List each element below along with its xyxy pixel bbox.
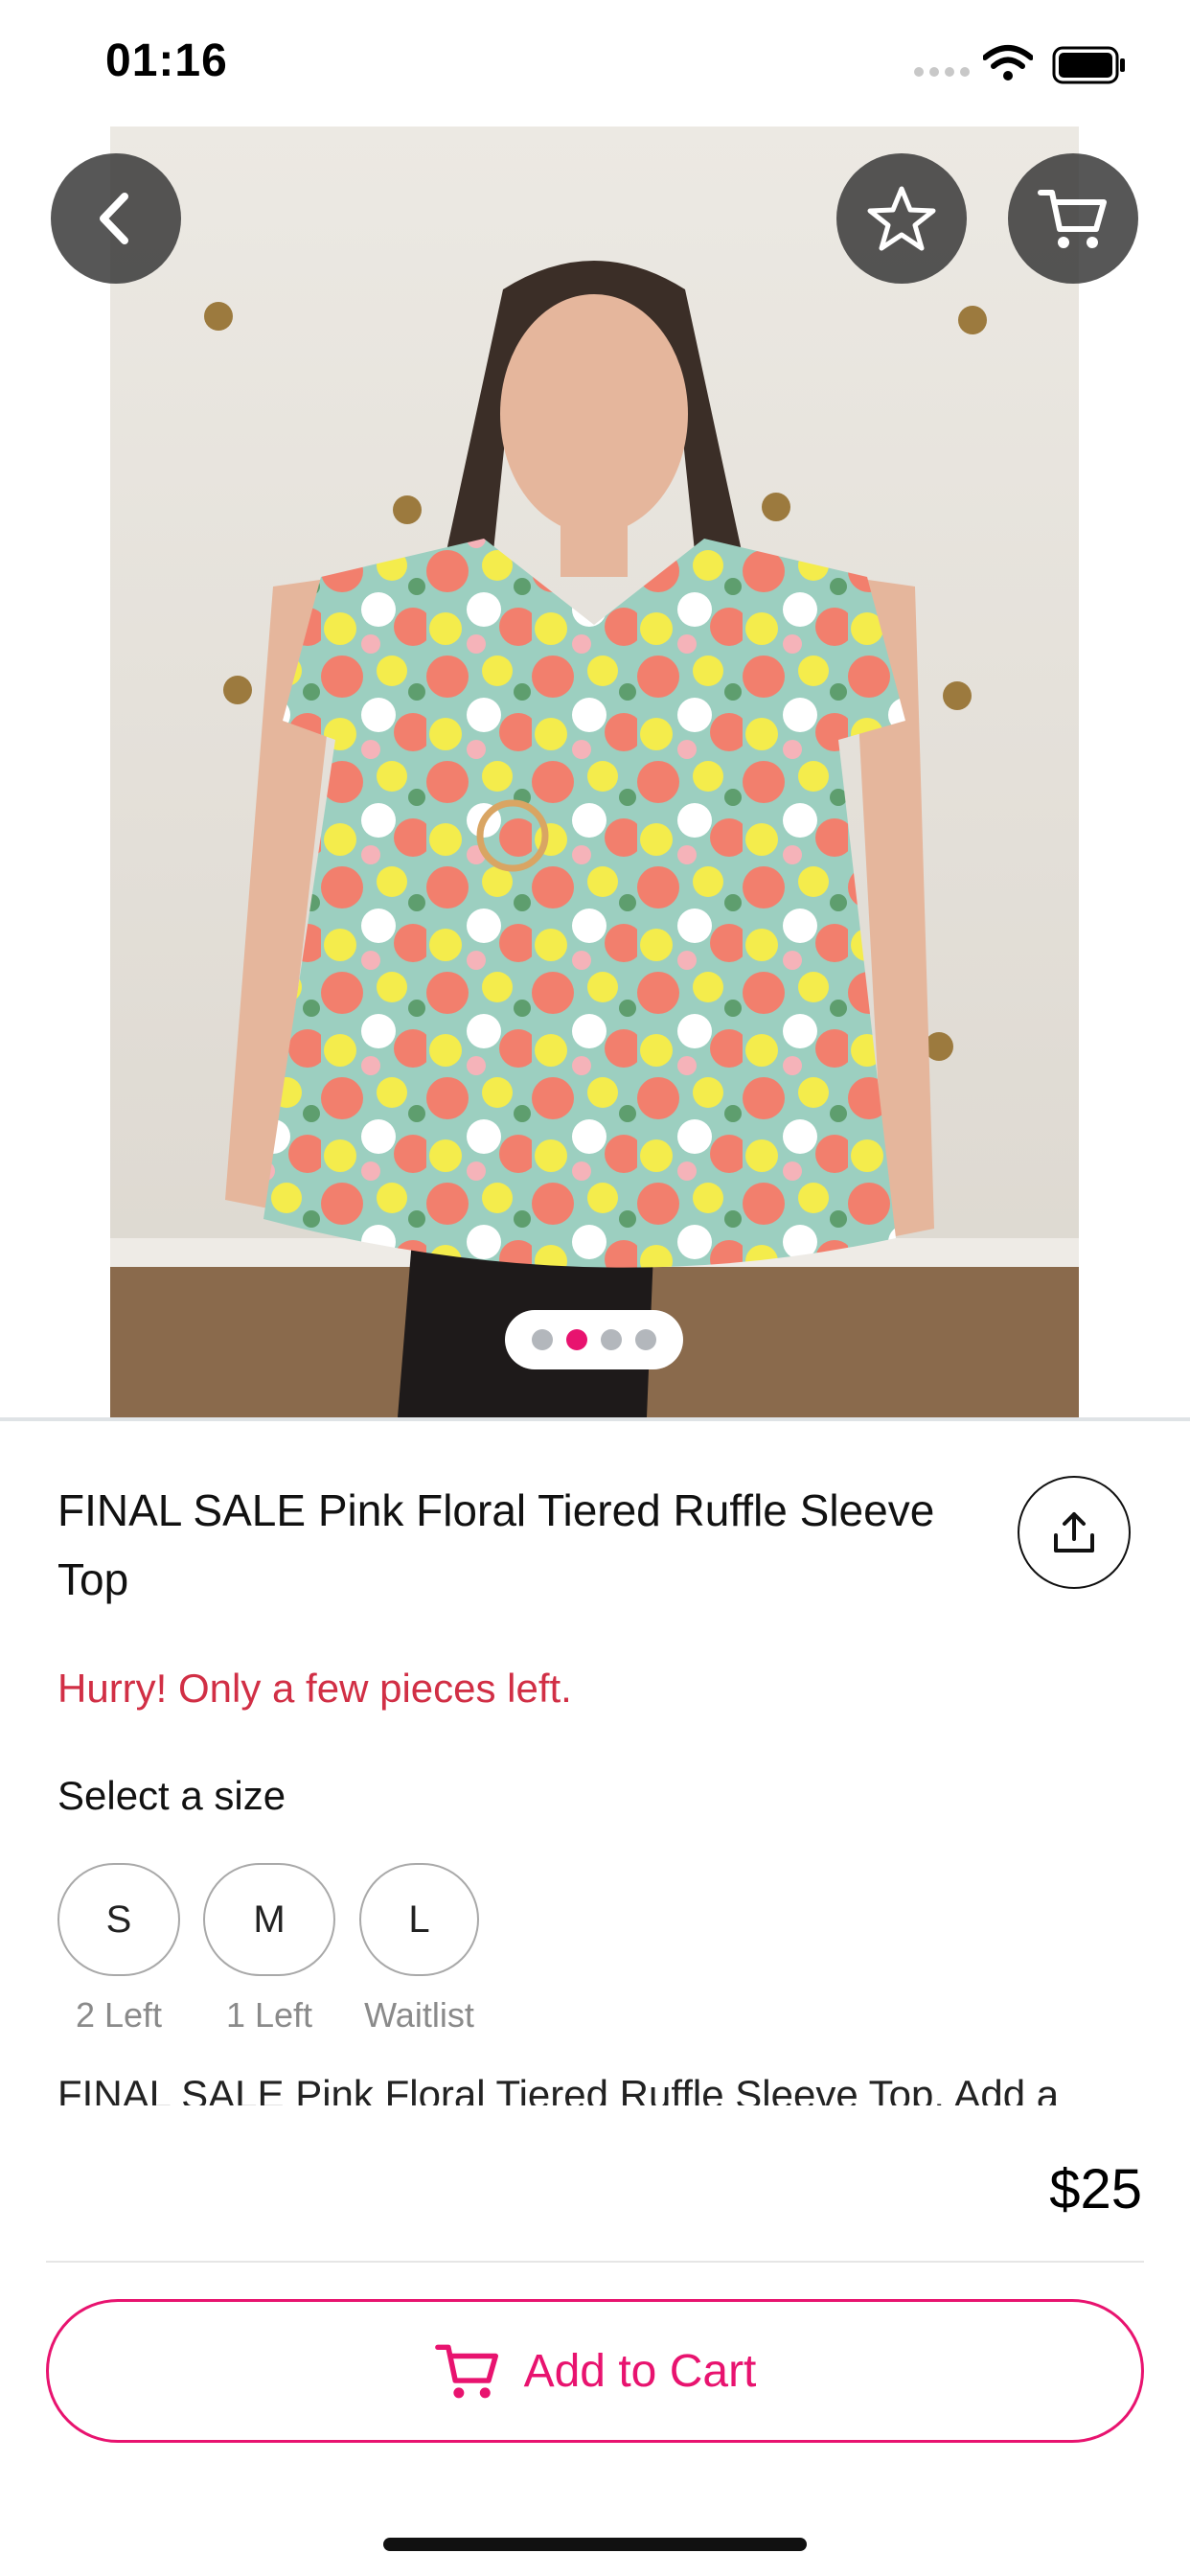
carousel-dot[interactable] — [601, 1329, 622, 1350]
size-selector-label: Select a size — [57, 1773, 286, 1818]
carousel-dot-active[interactable] — [566, 1329, 587, 1350]
favorite-button[interactable] — [836, 153, 967, 284]
product-price: $25 — [1049, 2158, 1142, 2220]
battery-icon — [1052, 46, 1125, 84]
size-option-m[interactable]: M — [203, 1863, 335, 1976]
chevron-left-icon — [100, 193, 128, 244]
status-time: 01:16 — [105, 35, 228, 86]
cart-icon — [434, 2344, 498, 2399]
wifi-icon — [983, 45, 1033, 80]
share-button[interactable] — [1018, 1476, 1131, 1589]
add-to-cart-button[interactable]: Add to Cart — [46, 2299, 1144, 2443]
carousel-indicator — [505, 1310, 683, 1369]
divider — [46, 2261, 1144, 2263]
carousel-dot[interactable] — [532, 1329, 553, 1350]
size-stock-s: 2 Left — [75, 1995, 163, 2035]
product-image[interactable] — [110, 126, 1079, 1417]
description-preview: FINAL SALE Pink Floral Tiered Ruffle Sle… — [0, 2060, 1190, 2105]
add-to-cart-label: Add to Cart — [523, 2345, 757, 2397]
size-option-l[interactable]: L — [359, 1863, 479, 1976]
home-indicator[interactable] — [383, 2538, 807, 2551]
back-button[interactable] — [51, 153, 181, 284]
size-stock-l: Waitlist — [364, 1995, 474, 2035]
size-stock-m: 1 Left — [225, 1995, 313, 2035]
product-description: FINAL SALE Pink Floral Tiered Ruffle Sle… — [57, 2072, 1060, 2105]
cellular-signal-icon — [914, 67, 970, 77]
purchase-bar: $25 Add to Cart — [0, 2105, 1190, 2576]
size-option-s[interactable]: S — [57, 1863, 180, 1976]
image-divider — [0, 1417, 1190, 1421]
cart-icon — [1038, 190, 1107, 248]
share-icon — [1054, 1512, 1094, 1552]
cart-button[interactable] — [1008, 153, 1138, 284]
carousel-dot[interactable] — [635, 1329, 656, 1350]
low-stock-message: Hurry! Only a few pieces left. — [57, 1666, 572, 1711]
status-bar: 01:16 — [0, 0, 1190, 126]
star-icon — [867, 186, 936, 251]
product-title: FINAL SALE Pink Floral Tiered Ruffle Sle… — [57, 1485, 935, 1604]
